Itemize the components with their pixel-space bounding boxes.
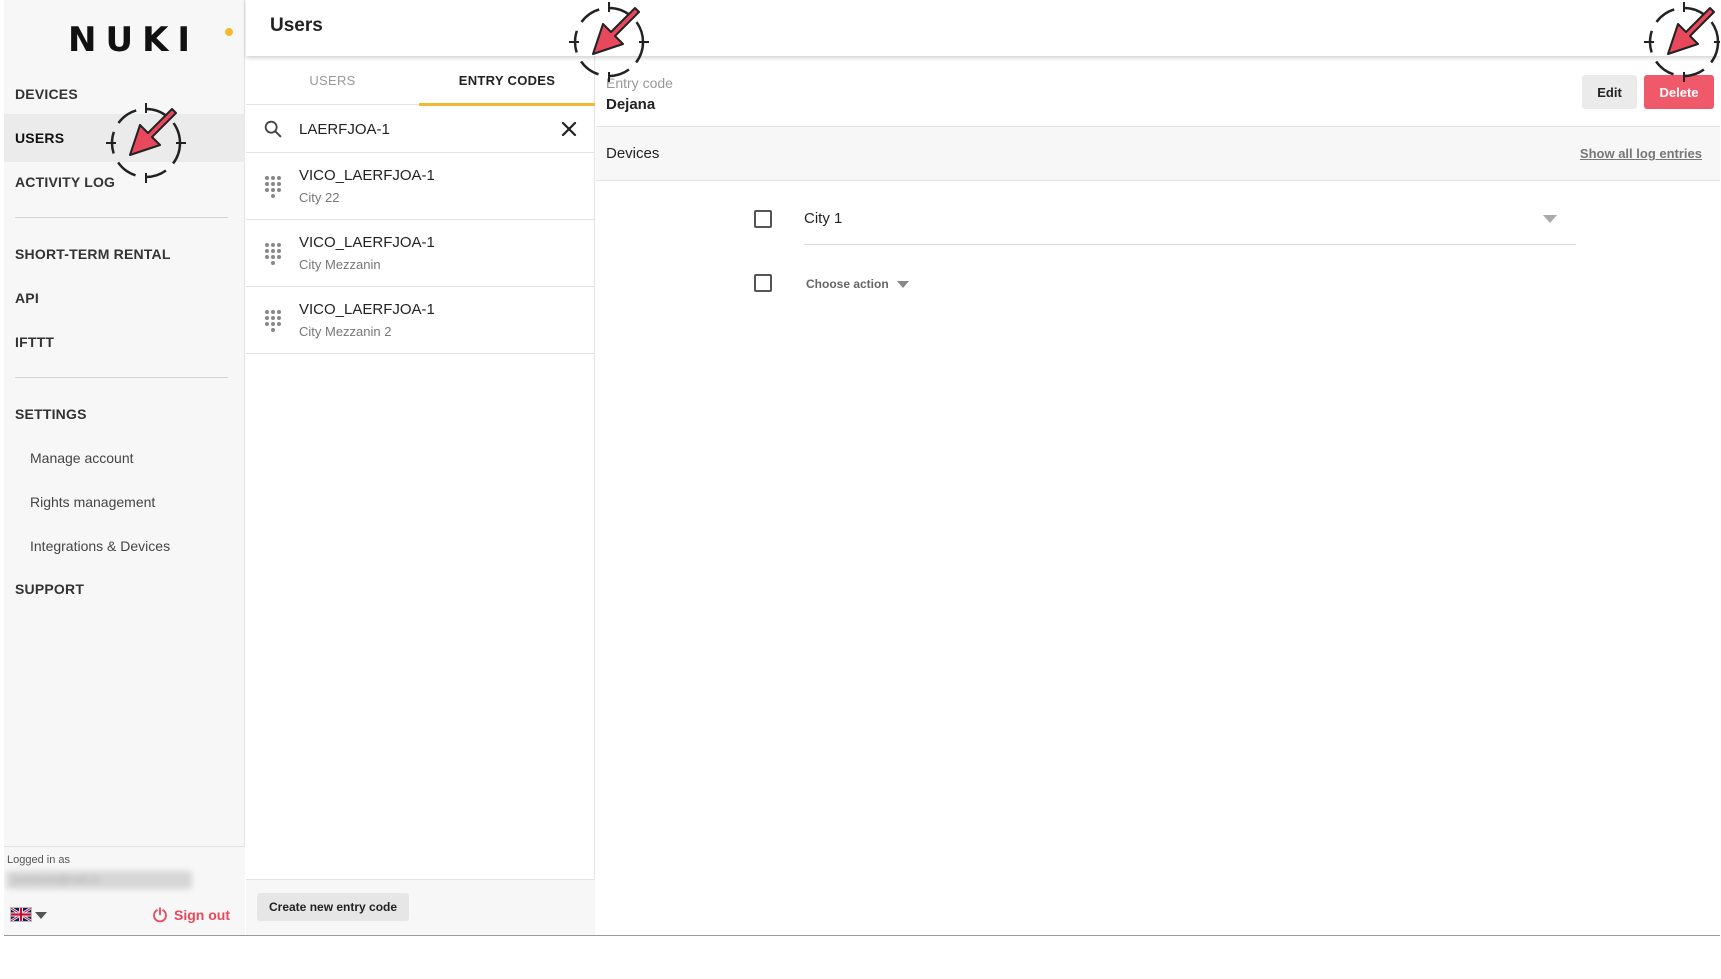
sidebar-item-ifttt[interactable]: IFTTT bbox=[4, 318, 245, 366]
sidebar-divider bbox=[15, 377, 228, 378]
choose-action-dropdown[interactable]: Choose action bbox=[806, 274, 909, 294]
search-icon bbox=[264, 120, 282, 138]
page-header: Users bbox=[246, 0, 1720, 56]
logo-dot bbox=[225, 28, 233, 36]
entry-code-list-item[interactable]: VICO_LAERFJOA-1 City Mezzanin 2 bbox=[246, 287, 595, 354]
annotation-arrow-icon bbox=[106, 103, 186, 183]
devices-label: Devices bbox=[606, 145, 660, 162]
entry-code-list-item[interactable]: VICO_LAERFJOA-1 City Mezzanin bbox=[246, 220, 595, 287]
entry-code-name: VICO_LAERFJOA-1 bbox=[299, 234, 435, 251]
tab-users[interactable]: USERS bbox=[246, 56, 419, 105]
logged-in-label: Logged in as bbox=[7, 854, 70, 866]
chevron-down-icon bbox=[896, 280, 909, 288]
show-all-log-entries-link[interactable]: Show all log entries bbox=[1580, 146, 1702, 161]
sign-out-label: Sign out bbox=[174, 907, 230, 923]
device-name: City 1 bbox=[804, 210, 843, 227]
entry-code-name: VICO_LAERFJOA-1 bbox=[299, 167, 435, 184]
sidebar-item-integrations-devices[interactable]: Integrations & Devices bbox=[4, 526, 245, 566]
close-icon[interactable] bbox=[559, 119, 579, 139]
nuki-logo: NUKI bbox=[68, 18, 233, 62]
create-entry-code-button[interactable]: Create new entry code bbox=[257, 893, 410, 921]
device-select-underline bbox=[804, 244, 1576, 245]
tab-bar: USERS ENTRY CODES bbox=[246, 56, 595, 106]
chevron-down-icon[interactable] bbox=[1543, 215, 1557, 223]
entry-code-location: City 22 bbox=[299, 190, 340, 205]
app-window: NUKI DEVICES USERS ACTIVITY LOG SHORT-TE… bbox=[4, 0, 1720, 936]
sign-out-button[interactable]: Sign out bbox=[152, 904, 230, 926]
uk-flag-icon[interactable] bbox=[10, 907, 32, 922]
search-bar bbox=[246, 105, 595, 153]
choose-action-label: Choose action bbox=[806, 277, 889, 291]
action-checkbox[interactable] bbox=[754, 274, 772, 292]
search-input[interactable] bbox=[299, 117, 549, 141]
sidebar-item-settings[interactable]: SETTINGS bbox=[4, 390, 245, 438]
sidebar-footer: Logged in as someone@nuki.io Sign out bbox=[4, 846, 245, 935]
annotation-arrow-icon bbox=[569, 2, 649, 82]
entry-code-value: Dejana bbox=[606, 96, 656, 113]
sidebar-item-support[interactable]: SUPPORT bbox=[4, 565, 245, 613]
sidebar-divider bbox=[15, 217, 228, 218]
sidebar-item-api[interactable]: API bbox=[4, 274, 245, 322]
logged-in-user: someone@nuki.io bbox=[6, 871, 192, 889]
entry-code-list-footer: Create new entry code bbox=[246, 879, 595, 935]
keypad-icon bbox=[265, 176, 281, 198]
power-icon bbox=[153, 907, 167, 923]
keypad-icon bbox=[265, 243, 281, 265]
entry-code-list-item[interactable]: VICO_LAERFJOA-1 City 22 bbox=[246, 153, 595, 220]
entry-code-detail-panel: Entry code Dejana Edit Delete Devices Sh… bbox=[596, 56, 1720, 935]
entry-code-location: City Mezzanin bbox=[299, 257, 381, 272]
entry-code-name: VICO_LAERFJOA-1 bbox=[299, 301, 435, 318]
devices-section-header: Devices Show all log entries bbox=[596, 126, 1720, 181]
sidebar-item-short-term-rental[interactable]: SHORT-TERM RENTAL bbox=[4, 230, 245, 278]
annotation-arrow-icon bbox=[1644, 2, 1720, 82]
language-dropdown-caret-icon[interactable] bbox=[35, 912, 47, 919]
device-checkbox[interactable] bbox=[754, 210, 772, 228]
page-title: Users bbox=[270, 15, 323, 36]
entry-code-location: City Mezzanin 2 bbox=[299, 324, 392, 339]
keypad-icon bbox=[265, 310, 281, 332]
entry-code-list-panel: USERS ENTRY CODES V bbox=[246, 56, 595, 935]
edit-button[interactable]: Edit bbox=[1582, 75, 1637, 109]
logo-text: NUKI bbox=[68, 20, 200, 60]
sidebar-item-rights-management[interactable]: Rights management bbox=[4, 482, 245, 522]
sidebar-item-manage-account[interactable]: Manage account bbox=[4, 438, 245, 478]
